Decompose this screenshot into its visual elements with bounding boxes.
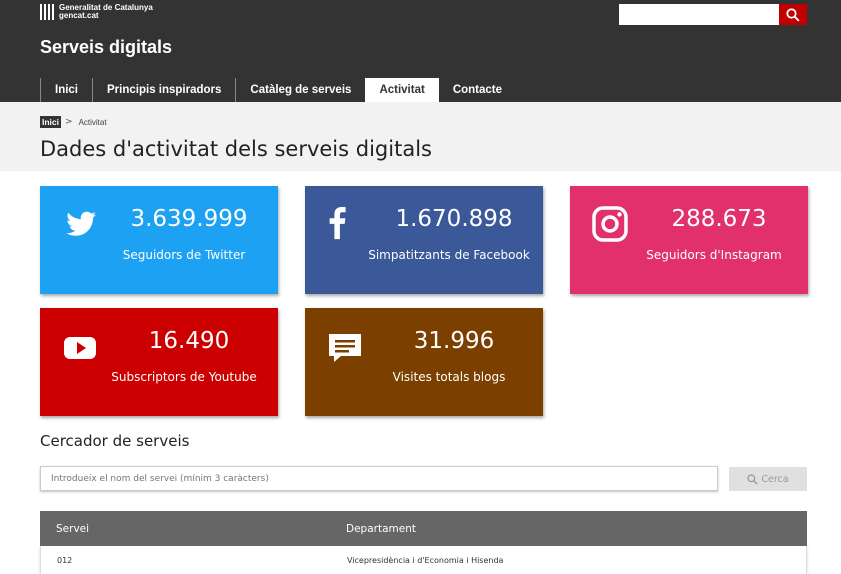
nav-item-contacte[interactable]: Contacte [439,78,516,102]
stat-value: 3.639.999 [130,206,248,232]
header-search-input[interactable] [619,4,779,25]
table-header: Servei Departament [40,511,807,546]
stat-value: 16.490 [148,328,230,354]
column-header-departament[interactable]: Departament [346,523,416,535]
stat-card-youtube: 16.490 Subscriptors de Youtube [40,308,278,416]
nav-item-inici[interactable]: Inici [40,78,92,102]
services-table: Servei Departament 012 Vicepresidència i… [40,511,807,574]
cerca-button[interactable]: Cerca [729,467,807,491]
stat-label: Simpatitzants de Facebook [368,248,530,262]
stat-card-facebook: 1.670.898 Simpatitzants de Facebook [305,186,543,294]
logo-line2: gencat.cat [59,11,99,20]
breadcrumb-current: Activitat [78,117,107,127]
table-row[interactable]: 012 Vicepresidència i d'Economia i Hisen… [40,546,807,574]
generalitat-logo[interactable]: Generalitat de Catalunya gencat.cat [40,4,153,20]
stat-value: 1.670.898 [395,206,513,232]
instagram-icon [592,206,628,242]
nav-item-cataleg[interactable]: Catàleg de serveis [235,78,365,102]
stat-card-instagram: 288.673 Seguidors d'Instagram [570,186,808,294]
breadcrumb: Inici > Activitat [40,116,107,128]
breadcrumb-separator: > [65,117,73,127]
stat-label: Subscriptors de Youtube [111,370,257,384]
cerca-button-label: Cerca [761,473,789,485]
chat-icon [329,334,361,362]
stat-label: Visites totals blogs [392,370,506,384]
service-search-input[interactable] [40,466,718,491]
stat-card-blogs: 31.996 Visites totals blogs [305,308,543,416]
table-cell-departament: Vicepresidència i d'Economia i Hisenda [347,556,504,565]
stat-label: Seguidors de Twitter [122,248,246,262]
nav-item-activitat[interactable]: Activitat [365,78,439,102]
stat-value: 31.996 [413,328,495,354]
breadcrumb-home[interactable]: Inici [40,116,62,128]
stat-label: Seguidors d'Instagram [646,248,782,262]
generalitat-logo-icon [40,4,54,20]
twitter-icon [66,211,96,236]
search-icon [786,7,800,22]
table-cell-servei[interactable]: 012 [57,556,72,565]
stat-card-twitter: 3.639.999 Seguidors de Twitter [40,186,278,294]
header-search-button[interactable] [779,4,807,25]
search-icon [747,473,758,485]
stat-value: 288.673 [671,206,767,232]
youtube-icon [64,337,96,359]
column-header-servei[interactable]: Servei [56,523,89,535]
site-title[interactable]: Serveis digitals [40,37,172,58]
facebook-icon [329,206,346,240]
site-header: Generalitat de Catalunya gencat.cat Serv… [0,0,841,102]
main-nav: Inici Principis inspiradors Catàleg de s… [40,78,516,102]
page-title: Dades d'activitat dels serveis digitals [40,137,432,161]
nav-item-principis[interactable]: Principis inspiradors [92,78,235,102]
service-search-title: Cercador de serveis [40,432,190,450]
